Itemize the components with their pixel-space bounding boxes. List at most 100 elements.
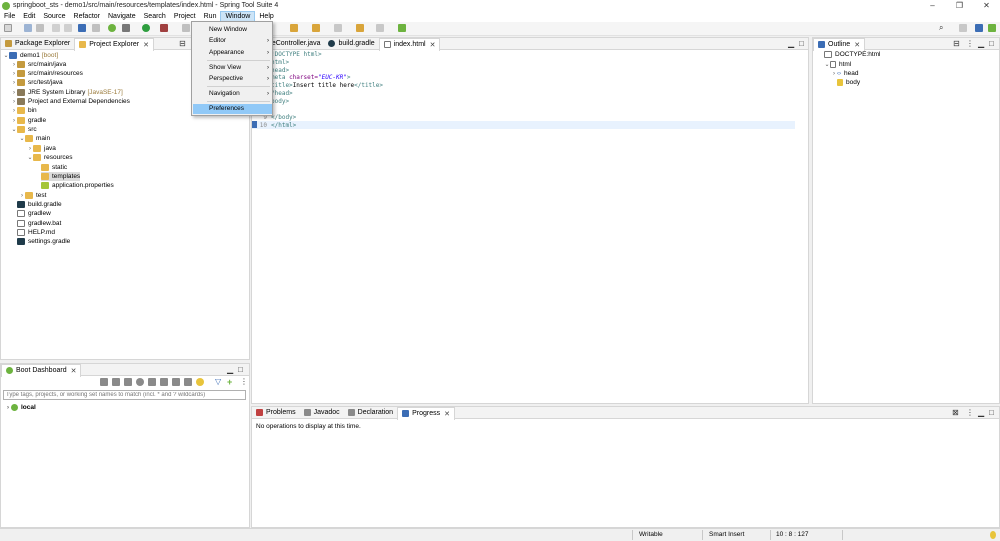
local-node[interactable]: › local	[5, 403, 36, 412]
menu-item-show-view[interactable]: Show View ›	[193, 63, 272, 73]
boot-icon[interactable]	[108, 24, 116, 32]
tab-project-explorer[interactable]: Project Explorer ✕	[74, 37, 154, 51]
terminal-icon[interactable]	[78, 24, 86, 32]
code-line[interactable]: title>Insert title here</title>	[271, 82, 383, 90]
back-icon[interactable]	[356, 24, 364, 32]
outline-item[interactable]: body	[831, 78, 860, 87]
tree-item[interactable]: ⌄ src	[11, 125, 37, 134]
maximize-view-icon[interactable]: □	[989, 408, 994, 417]
code-line[interactable]: body>	[271, 98, 289, 106]
add-icon[interactable]: +	[227, 378, 235, 387]
outline-item[interactable]: ⌄ html	[824, 60, 851, 69]
boot-dashboard-filter-input[interactable]	[3, 390, 246, 400]
tree-item[interactable]: ⌄ demo1 [boot]	[3, 51, 58, 60]
edit-icon[interactable]	[172, 378, 180, 386]
tab-progress[interactable]: Progress ✕	[397, 406, 455, 420]
last-edit-icon[interactable]	[334, 24, 342, 32]
tree-item[interactable]: ⌄ resources	[27, 153, 73, 162]
skip-breakpoints-icon[interactable]	[92, 24, 100, 32]
tree-item[interactable]: gradlew.bat	[17, 219, 61, 228]
restore-button[interactable]: ❐	[946, 0, 973, 11]
forward-icon[interactable]	[376, 24, 384, 32]
new-icon[interactable]	[4, 24, 12, 32]
menu-item-navigation[interactable]: Navigation ›	[193, 89, 272, 99]
close-icon[interactable]: ✕	[71, 367, 77, 375]
link-icon[interactable]	[160, 378, 168, 386]
minimize-view-icon[interactable]: ▁	[978, 408, 984, 417]
annotation-icon[interactable]	[290, 24, 298, 32]
menu-refactor[interactable]: Refactor	[70, 11, 104, 22]
code-line[interactable]: /head>	[271, 90, 293, 98]
minimize-button[interactable]: –	[919, 0, 946, 11]
maximize-view-icon[interactable]: □	[989, 39, 994, 48]
open-perspective-icon[interactable]	[959, 24, 967, 32]
save-all-icon[interactable]	[36, 24, 44, 32]
tree-item[interactable]: › src/main/resources	[11, 69, 83, 78]
tree-item[interactable]: › bin	[11, 106, 37, 115]
close-icon[interactable]: ✕	[854, 41, 860, 49]
java-perspective-icon[interactable]	[975, 24, 983, 32]
tab-index-html[interactable]: index.html ✕	[378, 37, 441, 51]
close-button[interactable]: ✕	[973, 0, 1000, 11]
tree-item-selected[interactable]: templates	[41, 172, 81, 181]
next-annotation-icon[interactable]	[312, 24, 320, 32]
remove-finished-icon[interactable]: ⊠	[952, 408, 959, 417]
undo-icon[interactable]	[52, 24, 60, 32]
code-line[interactable]: </body>	[271, 114, 296, 122]
menu-item-perspective[interactable]: Perspective ›	[193, 74, 272, 84]
tree-item[interactable]: HELP.md	[17, 228, 55, 237]
menu-item-preferences[interactable]: Preferences	[193, 104, 272, 114]
tree-item[interactable]: gradlew	[17, 209, 51, 218]
view-menu-icon[interactable]: ⋮	[966, 408, 974, 417]
tab-declaration[interactable]: Declaration	[344, 407, 397, 419]
debug-icon[interactable]	[122, 24, 130, 32]
collapse-all-icon[interactable]: ⊟	[953, 39, 960, 48]
close-icon[interactable]: ✕	[430, 41, 436, 49]
start-icon[interactable]	[100, 378, 108, 386]
outline-item[interactable]: DOCTYPE:html	[824, 50, 881, 59]
minimize-view-icon[interactable]: ▁	[788, 39, 794, 48]
menu-search[interactable]: Search	[140, 11, 170, 22]
tab-outline[interactable]: Outline ✕	[813, 37, 866, 51]
menu-source[interactable]: Source	[39, 11, 69, 22]
tree-item[interactable]: build.gradle	[17, 200, 62, 209]
tree-item[interactable]: static	[41, 163, 67, 172]
view-menu-icon[interactable]: ⋮	[966, 39, 974, 48]
tab-problems[interactable]: Problems	[252, 407, 300, 419]
minimize-view-icon[interactable]: ▁	[978, 39, 984, 48]
toolbar-misc-icon[interactable]	[182, 24, 190, 32]
menu-edit[interactable]: Edit	[19, 11, 39, 22]
debug-start-icon[interactable]	[112, 378, 120, 386]
run-icon[interactable]	[142, 24, 150, 32]
code-line[interactable]: !DOCTYPE html>	[271, 51, 322, 59]
tree-item[interactable]: › gradle	[11, 116, 46, 125]
search-icon[interactable]: ⌕	[939, 24, 947, 32]
tree-item[interactable]: › test	[19, 191, 46, 200]
redo-icon[interactable]	[64, 24, 72, 32]
restart-icon[interactable]	[136, 378, 144, 386]
console-icon[interactable]	[148, 378, 156, 386]
tree-item[interactable]: › src/main/java	[11, 60, 66, 69]
tree-item[interactable]: ⌄ main	[19, 134, 50, 143]
editor-horizontal-scrollbar[interactable]	[254, 396, 794, 402]
tree-item[interactable]: application.properties	[41, 181, 114, 190]
code-line[interactable]: html>	[271, 59, 289, 67]
open-task-icon[interactable]	[398, 24, 406, 32]
menu-file[interactable]: File	[0, 11, 19, 22]
tab-javadoc[interactable]: Javadoc	[300, 407, 344, 419]
tab-package-explorer[interactable]: Package Explorer	[1, 38, 74, 50]
code-line[interactable]: meta charset="EUC-KR">	[271, 74, 351, 82]
code-line[interactable]: </html>	[271, 122, 296, 130]
menu-navigate[interactable]: Navigate	[104, 11, 140, 22]
menu-item-appearance[interactable]: Appearance ›	[193, 48, 272, 58]
collapse-all-icon[interactable]: ⊟	[179, 39, 186, 48]
lightbulb-icon[interactable]	[196, 378, 204, 386]
tree-item[interactable]: › JRE System Library [JavaSE-17]	[11, 88, 123, 97]
stop-icon[interactable]	[124, 378, 132, 386]
menu-item-new-window[interactable]: New Window	[193, 25, 272, 35]
browser-icon[interactable]	[184, 378, 192, 386]
tree-item[interactable]: › java	[27, 144, 56, 153]
tip-lightbulb-icon[interactable]	[990, 531, 996, 539]
maximize-view-icon[interactable]: □	[238, 365, 243, 374]
save-icon[interactable]	[24, 24, 32, 32]
